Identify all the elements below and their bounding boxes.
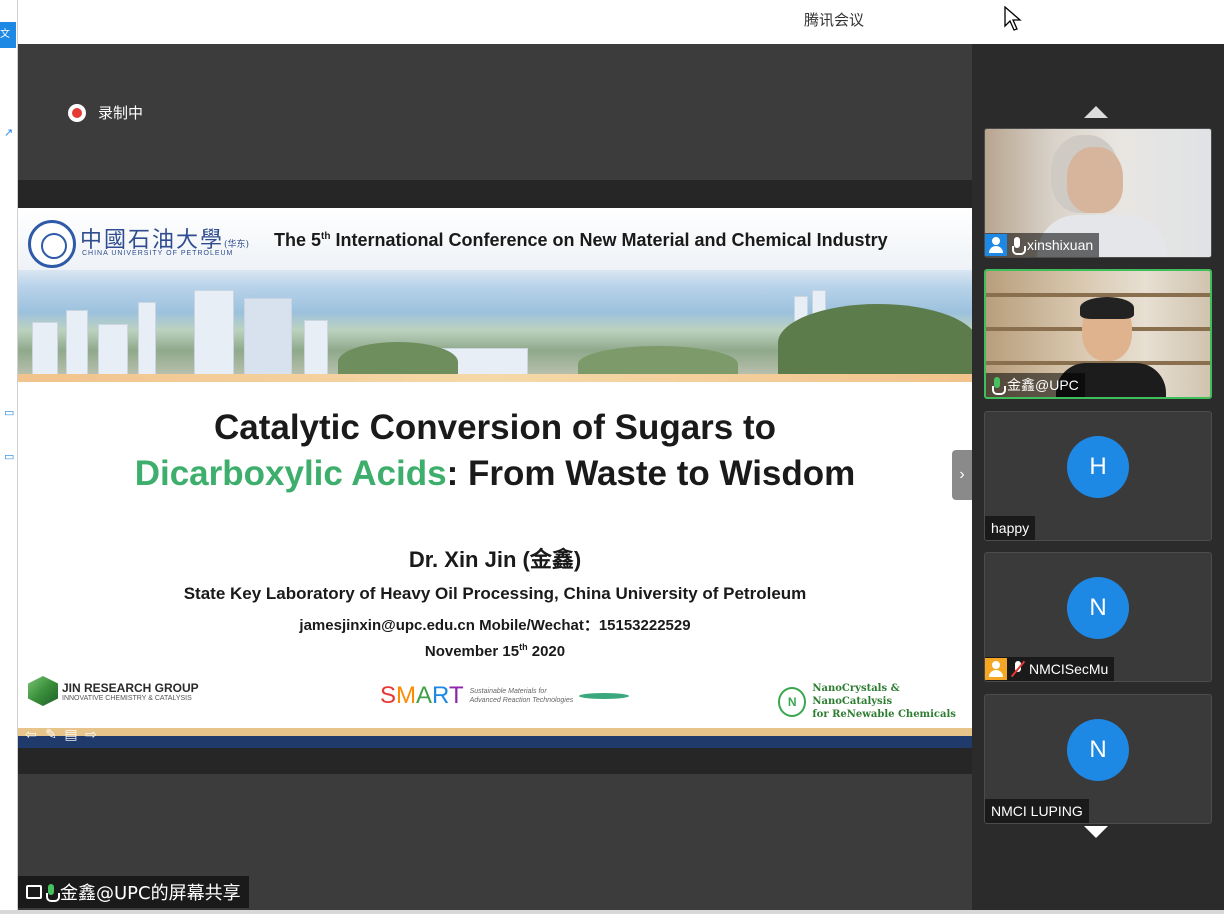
recording-dot-icon: [68, 103, 86, 122]
letterbox-top: [18, 180, 972, 210]
university-name-en: CHINA UNIVERSITY OF PETROLEUM: [82, 250, 234, 257]
conference-title: The 5th International Conference on New …: [274, 230, 888, 250]
window-bottom-edge: [0, 910, 1224, 914]
chevron-right-icon: ›: [959, 466, 965, 483]
participant-panel: xinshixuan 金鑫@UPC H happy N NMCISecMu N …: [972, 44, 1224, 914]
slide-next-icon[interactable]: ⇨: [82, 726, 100, 743]
person-icon: [985, 658, 1007, 680]
scroll-up-icon[interactable]: [1084, 106, 1108, 118]
screen-share-label: 金鑫@UPC的屏幕共享: [18, 876, 249, 908]
letterbox-bottom: [18, 748, 972, 774]
nanocatalysis-logo: N NanoCrystals & NanoCatalysis for ReNew…: [778, 682, 972, 721]
participant-nametag: happy: [985, 516, 1036, 540]
avatar: H: [1067, 436, 1129, 498]
participant-nametag: NMCISecMu: [985, 657, 1115, 681]
university-seal-icon: [28, 220, 76, 268]
nano-icon: N: [778, 686, 807, 717]
participant-tile[interactable]: N NMCISecMu: [984, 552, 1212, 682]
slide-date: November 15th 2020: [424, 642, 566, 660]
avatar: N: [1067, 577, 1129, 639]
slide-title-line1: Catalytic Conversion of Sugars to: [213, 408, 777, 447]
background-window-icon: ▭: [4, 451, 15, 463]
participant-name: NMCISecMu: [1029, 661, 1109, 677]
smart-logo: SMART Sustainable Materials for Advanced…: [380, 682, 630, 710]
swoosh-icon: [579, 693, 630, 699]
screen-share-text: 金鑫@UPC的屏幕共享: [60, 883, 241, 904]
background-monitor-icon: ▭: [4, 407, 15, 419]
cube-icon: [28, 676, 58, 706]
meeting-window: 腾讯会议 文件 ↗ ▭ ▭ 录制中: [0, 0, 1224, 914]
slide-title-line2: Dicarboxylic Acids: From Waste to Wisdom: [134, 454, 856, 493]
microphone-speaking-icon: [992, 377, 1006, 395]
participant-name: NMCI LUPING: [991, 803, 1083, 819]
microphone-icon: [46, 884, 60, 902]
participant-tile[interactable]: xinshixuan: [984, 128, 1212, 258]
slide-controls: ⇦ ✎ ▤ ⇨: [22, 726, 100, 743]
title-bar: 腾讯会议: [0, 0, 1224, 44]
person-icon: [985, 234, 1007, 256]
participant-tile[interactable]: H happy: [984, 411, 1212, 541]
screen-share-area[interactable]: 录制中 中國石油大學(华东) CHINA UNIVERSITY OF PETRO…: [18, 44, 972, 910]
participant-name: happy: [991, 520, 1030, 536]
microphone-muted-icon: [1012, 661, 1024, 677]
slide-banner: 中國石油大學(华东) CHINA UNIVERSITY OF PETROLEUM…: [18, 208, 972, 382]
next-page-button[interactable]: ›: [952, 450, 972, 500]
screen-share-icon: [26, 885, 42, 899]
window-title: 腾讯会议: [804, 11, 865, 29]
microphone-icon: [1012, 237, 1026, 255]
scroll-down-icon[interactable]: [1084, 826, 1108, 838]
participant-name: 金鑫@UPC: [1007, 377, 1079, 393]
participant-tile[interactable]: N NMCI LUPING: [984, 694, 1212, 824]
slide-pen-icon[interactable]: ✎: [42, 726, 60, 743]
slide-menu-icon[interactable]: ▤: [62, 726, 80, 743]
slide-contact: jamesjinxin@upc.edu.cn Mobile/Wechat：151…: [299, 617, 691, 634]
avatar: N: [1067, 719, 1129, 781]
participant-nametag: NMCI LUPING: [985, 799, 1089, 823]
slide-affiliation: State Key Laboratory of Heavy Oil Proces…: [183, 584, 807, 603]
participant-tile-active-speaker[interactable]: 金鑫@UPC: [984, 269, 1212, 399]
slide-prev-icon[interactable]: ⇦: [22, 726, 40, 743]
jin-research-group-logo: JIN RESEARCH GROUP INNOVATIVE CHEMISTRY …: [28, 676, 199, 706]
presentation-slide: 中國石油大學(华东) CHINA UNIVERSITY OF PETROLEUM…: [18, 208, 972, 774]
background-desktop-strip: 文件 ↗ ▭ ▭: [0, 0, 18, 914]
participant-name: xinshixuan: [1027, 237, 1094, 253]
participant-nametag: 金鑫@UPC: [986, 373, 1085, 397]
recording-indicator: 录制中: [68, 102, 143, 123]
participant-nametag: xinshixuan: [985, 233, 1100, 257]
slide-author: Dr. Xin Jin (金鑫): [408, 547, 582, 572]
recording-label: 录制中: [98, 104, 144, 122]
background-arrow-icon: ↗: [4, 127, 14, 139]
mouse-cursor-icon: [1004, 6, 1022, 31]
background-file-tag: 文件: [0, 22, 16, 48]
